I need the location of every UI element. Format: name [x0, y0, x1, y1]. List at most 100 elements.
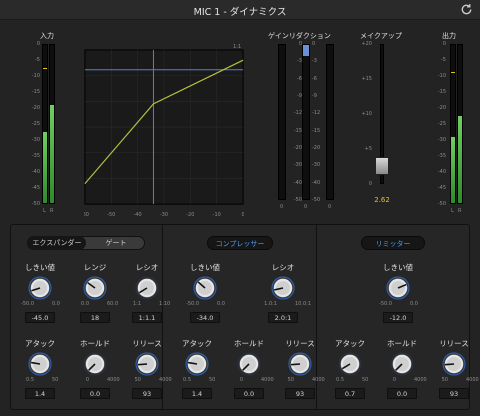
expander-range-value: 18: [80, 312, 110, 323]
expander-threshold-value: -45.0: [25, 312, 55, 323]
compressor-hold-min: 0: [239, 377, 243, 383]
compressor-ratio-max: 10.0:1: [295, 301, 311, 307]
gr-bottom-label: 0: [328, 204, 332, 210]
expander-hold-min: 0: [85, 377, 89, 383]
compressor-release-knob[interactable]: [288, 352, 312, 376]
limiter-threshold-max: 0.0: [410, 301, 418, 307]
output-meter-fill: [451, 136, 455, 203]
gr-meter-bar: [278, 44, 286, 200]
limiter-attack-knob[interactable]: [338, 352, 362, 376]
compressor-hold-value: 0.0: [234, 388, 264, 399]
output-scale-tick: -35: [437, 153, 446, 159]
reset-icon[interactable]: [459, 2, 474, 17]
input-meter-fill: [50, 105, 54, 203]
compressor-attack-label: アタック: [182, 339, 212, 348]
tab-limiter[interactable]: リミッター: [361, 236, 425, 250]
expander-attack-knob[interactable]: [28, 352, 52, 376]
expander-range-label: レンジ: [83, 263, 107, 272]
input-channel-label: R: [50, 208, 54, 214]
limiter-hold-knob[interactable]: [390, 352, 414, 376]
compressor-hold-knob[interactable]: [237, 352, 261, 376]
graph-ratio-label: 1:1: [233, 44, 241, 50]
limiter-attack-label: アタック: [335, 339, 365, 348]
compressor-ratio-min: 1.0:1: [264, 301, 277, 307]
expander-attack-max: 50: [52, 377, 59, 383]
compressor-threshold-knob[interactable]: [193, 276, 217, 300]
compressor-hold-label: ホールド: [234, 339, 264, 348]
title-bar: MIC 1 - ダイナミクス: [0, 0, 480, 20]
transfer-graph[interactable]: -60 -50 -40 -30 -20 -10 0 1:1: [84, 44, 244, 216]
expander-release-max: 4000: [159, 377, 172, 383]
compressor-attack-knob[interactable]: [185, 352, 209, 376]
gr-scale-tick: -9: [312, 93, 317, 99]
input-scale-tick: -10: [31, 73, 40, 79]
tab-expander[interactable]: エクスパンダー: [28, 236, 86, 250]
output-peak-marker: [451, 72, 455, 74]
expander-ratio-knob[interactable]: [135, 276, 159, 300]
expander-ratio-min: 1:1: [132, 301, 141, 307]
input-scale-tick: -5: [35, 57, 40, 63]
expander-attack-min: 0.5: [26, 377, 34, 383]
gr-meter-bar: [302, 44, 310, 200]
output-heading: 出力: [442, 32, 456, 40]
graph-x-tick: -10: [213, 212, 221, 216]
expander-range-max: 60.0: [107, 301, 119, 307]
graph-x-tick: -20: [186, 212, 194, 216]
expander-ratio-label: レシオ: [135, 263, 159, 272]
output-scale-tick: -5: [441, 57, 446, 63]
gr-scale-tick: -12: [293, 110, 302, 117]
input-meter-bar: [42, 44, 48, 204]
input-meter-fill: [43, 131, 47, 203]
makeup-scale-tick: +5: [364, 146, 372, 152]
expander-release-knob[interactable]: [135, 352, 159, 376]
compressor-threshold-label: しきい値: [190, 263, 220, 272]
compressor-hold-max: 4000: [261, 377, 274, 383]
compressor-release-value: 93: [285, 388, 315, 399]
expander-threshold-max: 0.0: [52, 301, 60, 307]
graph-x-tick: -50: [107, 212, 115, 216]
limiter-release-knob[interactable]: [442, 352, 466, 376]
tab-compressor[interactable]: コンプレッサー: [207, 236, 273, 250]
expander-range-knob[interactable]: [83, 276, 107, 300]
compressor-threshold-max: 0.0: [217, 301, 225, 307]
compressor-threshold-min: -50.0: [186, 301, 199, 307]
expander-hold-knob[interactable]: [83, 352, 107, 376]
input-channel-label: L: [43, 208, 46, 214]
gr-scale-tick: 0: [312, 41, 316, 47]
window-title: MIC 1 - ダイナミクス: [193, 7, 287, 18]
compressor-ratio-value: 2.0:1: [268, 312, 298, 323]
input-scale-tick: -50: [31, 201, 40, 207]
gr-scale-tick: -20: [293, 145, 302, 151]
gr-scale-tick: -30: [293, 162, 302, 169]
limiter-threshold-value: -12.0: [383, 312, 413, 323]
output-channel-label: R: [458, 208, 462, 214]
gr-scale-tick: -40: [312, 179, 321, 186]
input-scale-tick: -35: [31, 153, 40, 159]
gr-scale-tick: 0: [298, 41, 302, 47]
limiter-release-min: 50: [441, 377, 448, 383]
output-scale-tick: -20: [437, 105, 446, 111]
output-meter-bar: [457, 44, 463, 204]
tab-gate[interactable]: ゲート: [87, 236, 145, 250]
compressor-attack-min: 0.5: [183, 377, 191, 383]
makeup-scale-tick: +10: [361, 111, 372, 117]
limiter-hold-value: 0.0: [387, 388, 417, 399]
expander-hold-value: 0.0: [80, 388, 110, 399]
limiter-threshold-label: しきい値: [383, 263, 413, 272]
gr-scale-tick: -9: [297, 93, 302, 99]
compressor-release-max: 4000: [312, 377, 325, 383]
output-scale-tick: -15: [437, 89, 446, 95]
expander-threshold-knob[interactable]: [28, 276, 52, 300]
gr-bottom-label: 0: [280, 204, 284, 210]
compressor-release-min: 50: [287, 377, 294, 383]
compressor-ratio-knob[interactable]: [271, 276, 295, 300]
output-scale-tick: -40: [437, 169, 446, 175]
limiter-threshold-knob[interactable]: [386, 276, 410, 300]
compressor-threshold-value: -34.0: [190, 312, 220, 323]
gr-scale-tick: -3: [312, 58, 317, 65]
expander-release-value: 93: [132, 388, 162, 399]
compressor-release-label: リリース: [285, 339, 315, 348]
expander-release-min: 50: [134, 377, 141, 383]
output-scale-tick: -30: [437, 137, 446, 143]
makeup-handle[interactable]: [375, 156, 389, 175]
